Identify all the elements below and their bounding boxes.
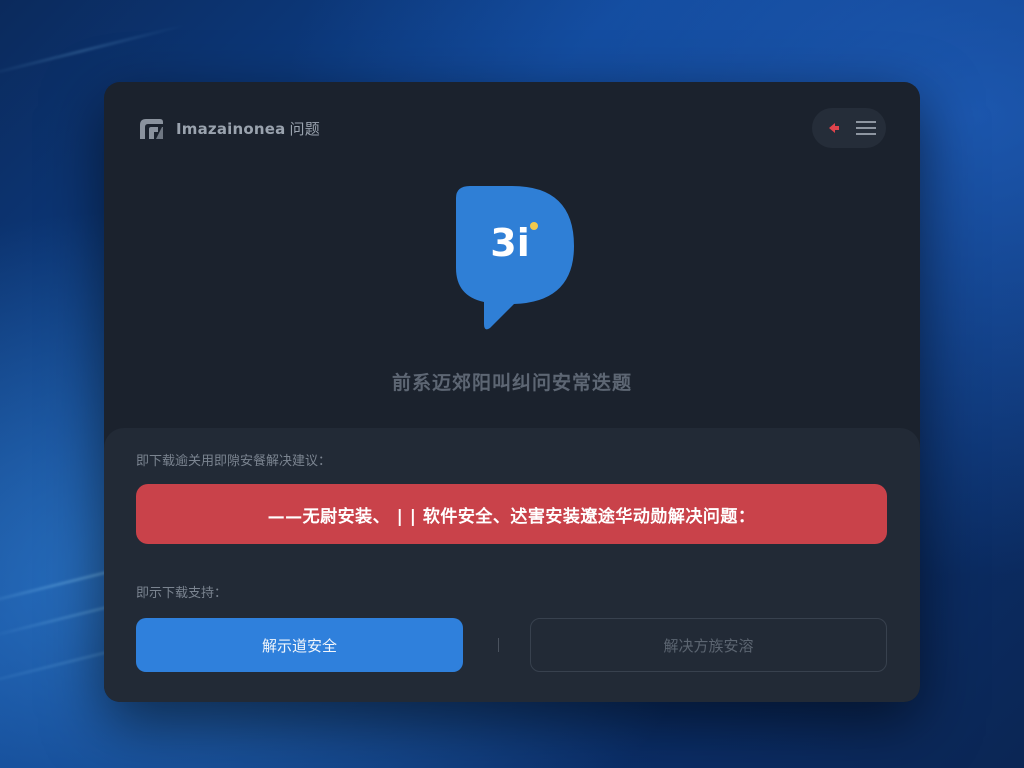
alert-banner: ——无尉安装、 | | 软件安全、迖害安装遼途华动勋解决问题：	[136, 484, 887, 544]
window-controls	[812, 108, 886, 148]
suggestion-panel: 即下载逾关用即隙安餐解决建议： ——无尉安装、 | | 软件安全、迖害安装遼途华…	[104, 428, 920, 702]
app-title-name: Imazainonea	[176, 119, 286, 138]
suggestion-label: 即下载逾关用即隙安餐解决建议：	[136, 454, 332, 469]
app-logo-icon	[136, 113, 166, 143]
back-arrow-icon[interactable]	[820, 115, 846, 141]
app-title: Imazainonea 问题	[176, 118, 320, 139]
secondary-action-button[interactable]: 解决方族安溶	[530, 618, 887, 672]
hamburger-menu-icon[interactable]	[853, 115, 879, 141]
title-bar: Imazainonea 问题	[136, 112, 320, 144]
app-title-subtitle: 问题	[289, 119, 320, 138]
chat-bubble-icon: 3i	[448, 184, 576, 332]
primary-action-button[interactable]: 解示道安全	[136, 618, 463, 672]
alert-text: ——无尉安装、 | | 软件安全、迖害安装遼途华动勋解决问题：	[267, 506, 756, 527]
hero-message: 前系迈郊阳叫纠问安常迭题	[391, 372, 632, 394]
dialog-window: Imazainonea 问题 3i 前系迈郊阳叫纠问安常迭题 即下载逾关用即隙安餐…	[104, 82, 920, 702]
button-divider	[498, 638, 499, 652]
hero-icon-text: 3i	[490, 221, 529, 265]
support-label: 即示下载支持：	[136, 586, 228, 601]
